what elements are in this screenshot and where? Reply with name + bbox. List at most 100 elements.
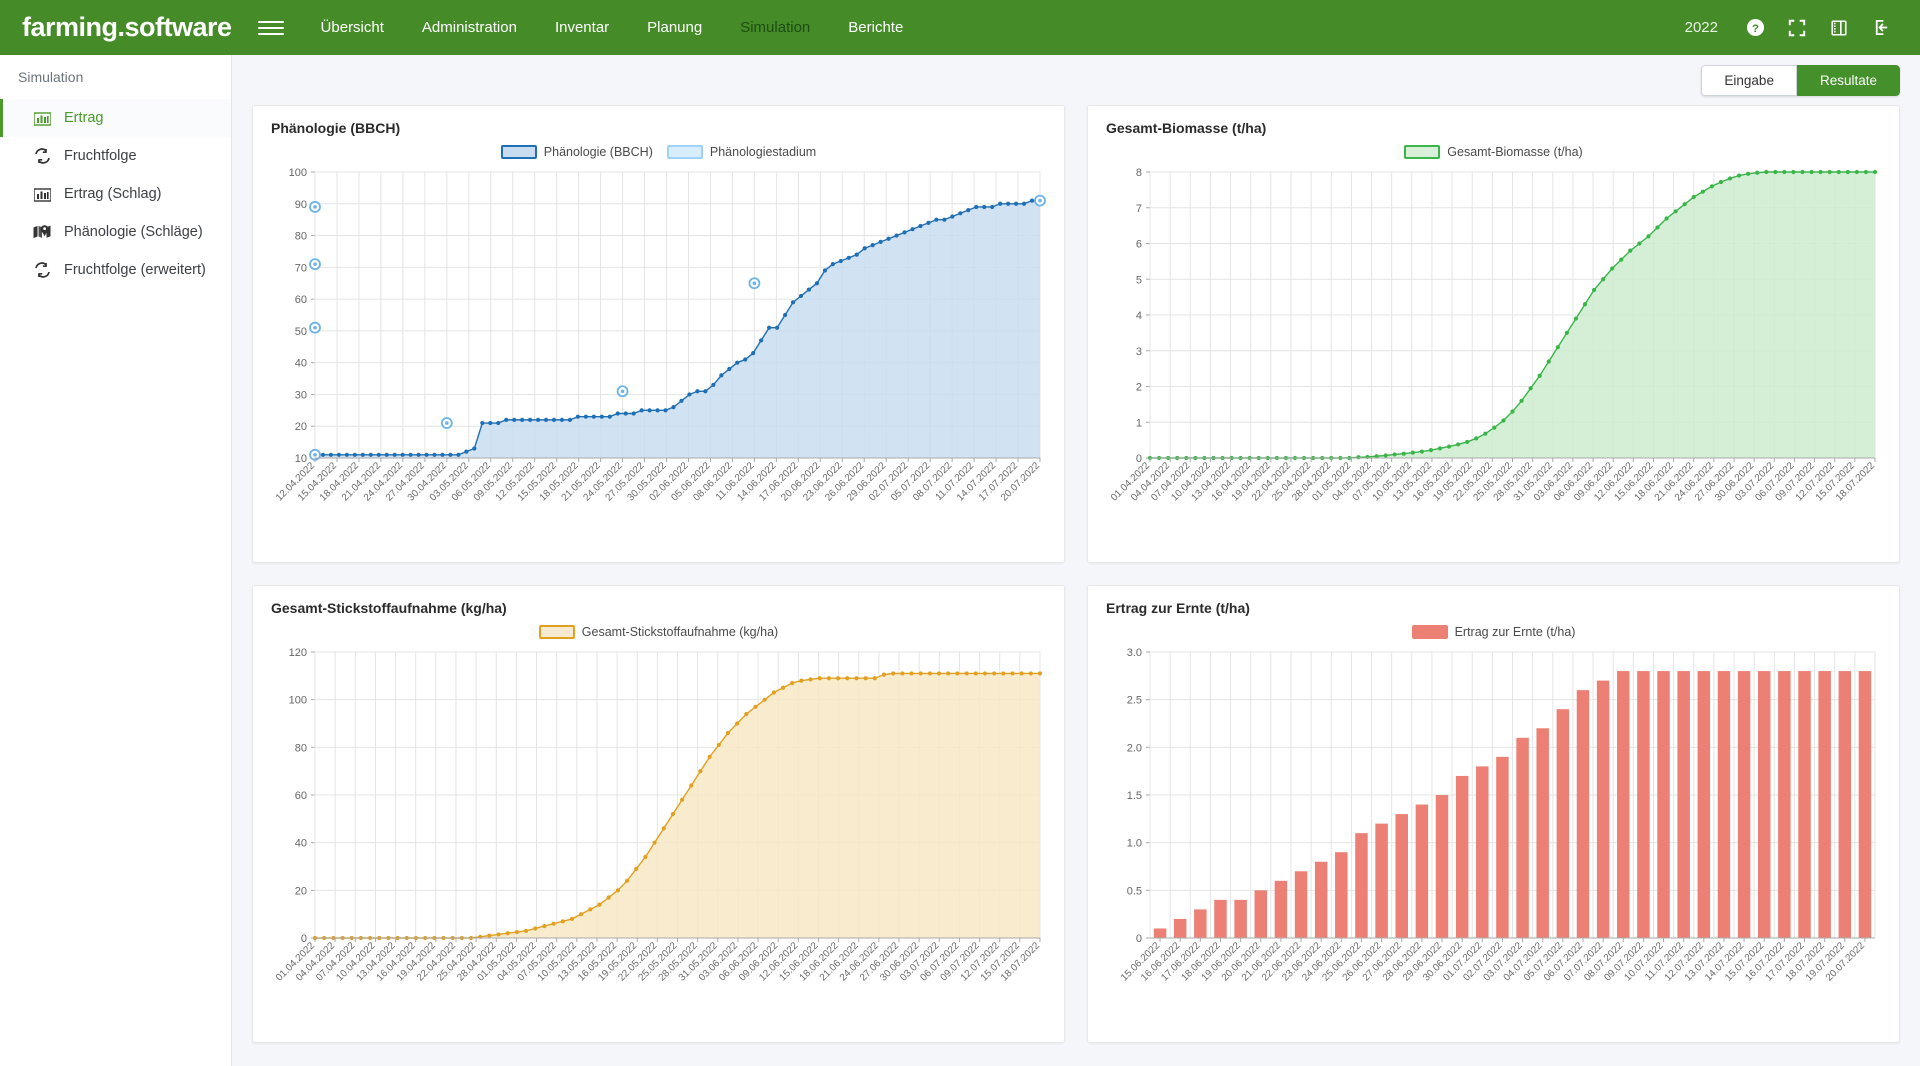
nav-item-administration[interactable]: Administration (403, 0, 536, 55)
svg-text:20: 20 (295, 421, 307, 433)
svg-text:4: 4 (1136, 310, 1142, 322)
svg-text:1.5: 1.5 (1127, 790, 1142, 802)
sidebar-item-label: Fruchtfolge (erweitert) (64, 262, 206, 278)
legend-ertrag-ernte: Ertrag zur Ernte (t/ha) (1104, 618, 1883, 646)
legend-label: Ertrag zur Ernte (t/ha) (1454, 625, 1576, 639)
nav-item-planung[interactable]: Planung (628, 0, 721, 55)
svg-text:2.5: 2.5 (1127, 695, 1142, 707)
card-phaenologie: Phänologie (BBCH) Phänologie (BBCH) Phän… (252, 105, 1065, 563)
sidebar-item-label: Ertrag (Schlag) (64, 186, 162, 202)
bar-chart-icon (33, 109, 51, 127)
fullscreen-icon[interactable] (1776, 0, 1818, 55)
legend-label: Phänologie (BBCH) (543, 145, 653, 159)
view-toggle-group: Eingabe Resultate (1701, 65, 1900, 96)
svg-text:60: 60 (295, 790, 307, 802)
legend-swatch (666, 145, 703, 159)
svg-text:30: 30 (295, 389, 307, 401)
panel-icon[interactable] (1818, 0, 1860, 55)
nav-item-uebersicht[interactable]: Übersicht (302, 0, 403, 55)
svg-text:50: 50 (295, 326, 307, 338)
svg-text:80: 80 (295, 742, 307, 754)
logout-icon[interactable] (1860, 0, 1902, 55)
svg-text:3.0: 3.0 (1127, 647, 1142, 659)
plot-ertrag-ernte[interactable]: 0 0.5 1.0 1.5 2.0 2.5 3.0 15.06.2022 16.06.2022 1… (1104, 646, 1883, 1034)
nav-item-berichte[interactable]: Berichte (829, 0, 922, 55)
svg-text:20: 20 (295, 885, 307, 897)
main-nav: Übersicht Administration Inventar Planun… (302, 0, 1669, 55)
svg-text:5: 5 (1136, 274, 1142, 286)
legend-biomasse: Gesamt-Biomasse (t/ha) (1104, 138, 1883, 166)
card-stickstoff: Gesamt-Stickstoffaufnahme (kg/ha) Gesamt… (252, 585, 1065, 1043)
brand-logo[interactable]: farming.software (0, 12, 258, 43)
chart-title-ertrag-ernte: Ertrag zur Ernte (t/ha) (1106, 600, 1250, 616)
svg-text:100: 100 (289, 695, 307, 707)
chart-title-stickstoff: Gesamt-Stickstoffaufnahme (kg/ha) (271, 600, 507, 616)
sidebar-item-phaenologie-schlaege[interactable]: Phänologie (Schläge) (0, 213, 231, 251)
legend-swatch (538, 625, 575, 639)
svg-text:70: 70 (295, 262, 307, 274)
legend-swatch (500, 145, 537, 159)
svg-text:40: 40 (295, 838, 307, 850)
svg-text:0.5: 0.5 (1127, 885, 1142, 897)
refresh-icon (33, 147, 51, 165)
svg-text:7: 7 (1136, 203, 1142, 215)
sidebar-item-label: Ertrag (64, 110, 104, 126)
plot-stickstoff[interactable]: 0 20 40 60 80 100 120 01.04.2022 04.04.2022 07.04… (269, 646, 1048, 1034)
svg-text:120: 120 (289, 647, 307, 659)
tab-resultate[interactable]: Resultate (1796, 65, 1900, 96)
tab-eingabe[interactable]: Eingabe (1701, 65, 1797, 96)
charts-grid: Phänologie (BBCH) Phänologie (BBCH) Phän… (252, 105, 1900, 1043)
legend-item[interactable]: Gesamt-Stickstoffaufnahme (kg/ha) (538, 625, 779, 639)
svg-text:60: 60 (295, 294, 307, 306)
svg-text:40: 40 (295, 358, 307, 370)
legend-phaenologie: Phänologie (BBCH) Phänologiestadium (269, 138, 1048, 166)
card-biomasse: Gesamt-Biomasse (t/ha) Gesamt-Biomasse (… (1087, 105, 1900, 563)
svg-text:0: 0 (1136, 933, 1142, 945)
chart-title-phaenologie: Phänologie (BBCH) (271, 120, 401, 136)
svg-text:6: 6 (1136, 239, 1142, 251)
nav-item-inventar[interactable]: Inventar (536, 0, 628, 55)
help-icon[interactable]: ? (1734, 0, 1776, 55)
year-indicator[interactable]: 2022 (1669, 19, 1734, 36)
legend-item[interactable]: Gesamt-Biomasse (t/ha) (1404, 145, 1583, 159)
svg-text:100: 100 (289, 167, 307, 179)
hamburger-icon[interactable] (257, 15, 284, 41)
legend-stickstoff: Gesamt-Stickstoffaufnahme (kg/ha) (269, 618, 1048, 646)
sidebar-item-label: Phänologie (Schläge) (64, 224, 203, 240)
nav-item-simulation[interactable]: Simulation (721, 0, 829, 55)
legend-label: Gesamt-Biomasse (t/ha) (1447, 145, 1583, 159)
svg-text:8: 8 (1136, 167, 1142, 179)
main-content: Eingabe Resultate Phänologie (BBCH) Phän… (232, 55, 1920, 1066)
plot-phaenologie[interactable]: 10 20 30 40 50 60 70 80 90 100 12.04.2022 15.04.202… (269, 166, 1048, 554)
svg-text:2.0: 2.0 (1127, 742, 1142, 754)
legend-item[interactable]: Phänologiestadium (666, 145, 817, 159)
svg-text:90: 90 (295, 199, 307, 211)
view-toolbar: Eingabe Resultate (252, 55, 1900, 105)
sidebar-title: Simulation (18, 69, 84, 85)
sidebar: Simulation Ertrag Fruchtfolge Ertrag (Sc… (0, 55, 232, 1066)
svg-text:1.0: 1.0 (1127, 838, 1142, 850)
legend-item[interactable]: Phänologie (BBCH) (500, 145, 653, 159)
map-marker-icon (33, 223, 51, 241)
top-navigation-bar: farming.software Übersicht Administratio… (0, 0, 1920, 55)
svg-text:?: ? (1752, 23, 1759, 35)
legend-swatch (1404, 145, 1441, 159)
sidebar-item-label: Fruchtfolge (64, 148, 137, 164)
svg-text:80: 80 (295, 231, 307, 243)
bar-chart-icon (33, 185, 51, 203)
refresh-icon (33, 261, 51, 279)
svg-text:1: 1 (1136, 417, 1142, 429)
legend-label: Phänologiestadium (709, 145, 817, 159)
chart-title-biomasse: Gesamt-Biomasse (t/ha) (1106, 120, 1267, 136)
sidebar-item-ertrag-schlag[interactable]: Ertrag (Schlag) (0, 175, 231, 213)
sidebar-item-ertrag[interactable]: Ertrag (0, 99, 231, 137)
legend-swatch (1411, 625, 1448, 639)
top-right-actions: 2022 ? (1669, 0, 1902, 55)
plot-biomasse[interactable]: 0 1 2 3 4 5 6 7 8 01.04.2022 04.04.2022 07.04.2022 1… (1104, 166, 1883, 554)
sidebar-item-fruchtfolge-erweitert[interactable]: Fruchtfolge (erweitert) (0, 251, 231, 289)
legend-item[interactable]: Ertrag zur Ernte (t/ha) (1411, 625, 1576, 639)
legend-label: Gesamt-Stickstoffaufnahme (kg/ha) (581, 625, 779, 639)
svg-text:3: 3 (1136, 346, 1142, 358)
card-ertrag-ernte: Ertrag zur Ernte (t/ha) Ertrag zur Ernte… (1087, 585, 1900, 1043)
sidebar-item-fruchtfolge[interactable]: Fruchtfolge (0, 137, 231, 175)
